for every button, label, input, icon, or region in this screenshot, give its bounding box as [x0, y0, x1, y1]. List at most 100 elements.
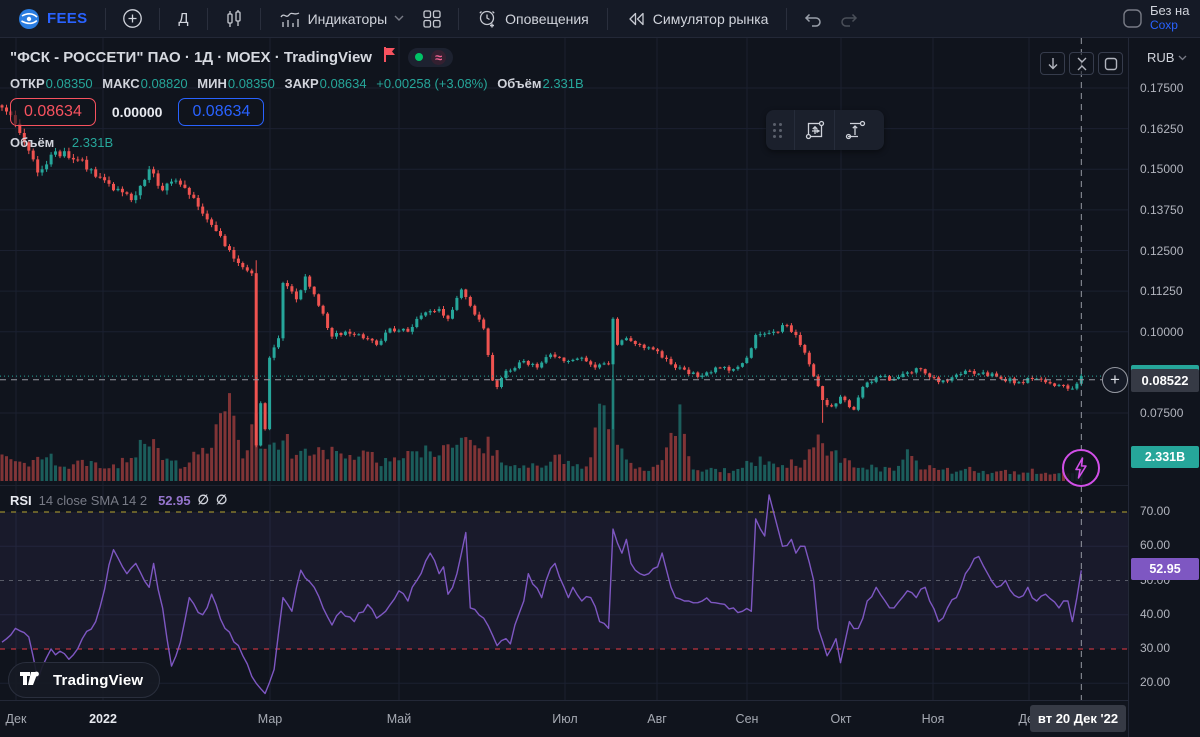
close-label: ЗАКР: [284, 76, 319, 91]
open-value: 0.08350: [45, 76, 93, 91]
volume-axis-badge: 2.331B: [1131, 446, 1199, 468]
time-axis-month-label: Дек: [5, 712, 27, 726]
time-axis-month-label: Авг: [647, 712, 667, 726]
rsi-tick: 20.00: [1140, 675, 1171, 690]
alerts-label: Оповещения: [505, 10, 589, 27]
volume-value: 2.331B: [542, 76, 584, 91]
compare-button[interactable]: [114, 4, 151, 34]
redo-button[interactable]: [831, 4, 867, 34]
interval-button[interactable]: Д: [168, 4, 198, 34]
rsi-params: 14 close SMA 14 2: [38, 492, 148, 508]
volume-indicator-row[interactable]: Объём 2.331B: [10, 135, 590, 150]
redo-icon: [841, 13, 858, 27]
flash-order-button[interactable]: [1062, 449, 1100, 487]
layout-checkbox[interactable]: [1122, 8, 1143, 34]
chart-area: "ФСК - РОССЕТИ" ПАО · 1Д · MOEX · Tradin…: [0, 38, 1200, 737]
volume-label: Объём: [497, 76, 542, 91]
collapse-icon: [1077, 57, 1086, 70]
crosshair-price-badge: 0.08522: [1131, 368, 1199, 392]
layout-save[interactable]: Без на Сохр: [1150, 3, 1200, 33]
rsi-band-fill: [0, 512, 1128, 649]
high-label: МАКС: [102, 76, 140, 91]
toolbar-separator: [606, 7, 608, 30]
buy-button[interactable]: 0.08634: [178, 98, 265, 126]
price-tick: 0.12500: [1140, 243, 1184, 258]
top-toolbar: FEES Д Индикаторы Оповещения Симулятор р…: [0, 0, 1200, 38]
price-pane[interactable]: "ФСК - РОССЕТИ" ПАО · 1Д · MOEX · Tradin…: [0, 38, 1128, 487]
replay-button[interactable]: Симулятор рынка: [616, 4, 779, 34]
watermark-text: TradingView: [53, 671, 144, 689]
chart-legend: "ФСК - РОССЕТИ" ПАО · 1Д · MOEX · Tradin…: [10, 46, 590, 150]
price-tick: 0.13750: [1140, 202, 1184, 217]
price-range-button[interactable]: [834, 110, 874, 150]
rsi-pane[interactable]: RSI 14 close SMA 14 2 52.95 ∅ ∅ TradingV…: [0, 485, 1128, 701]
floating-toolbar[interactable]: [766, 110, 884, 150]
volume-indicator-value: 2.331B: [71, 135, 114, 150]
square-outline-icon: [1123, 9, 1142, 28]
flag-icon[interactable]: [382, 46, 398, 68]
candles-layer: [0, 104, 1083, 448]
layout-templates-button[interactable]: [414, 4, 450, 34]
rsi-tick: 40.00: [1140, 606, 1171, 621]
collapse-pane-button[interactable]: [1069, 52, 1094, 75]
market-status-dot: [414, 53, 423, 61]
time-axis-month-label: Сен: [735, 712, 759, 726]
indicators-icon: [279, 9, 301, 29]
drag-handle-icon[interactable]: [773, 122, 789, 138]
sell-button[interactable]: 0.08634: [10, 98, 96, 126]
approx-toggle[interactable]: ≈: [430, 49, 447, 65]
time-axis-month-label: Окт: [830, 712, 852, 726]
currency-selector[interactable]: RUB: [1129, 50, 1200, 65]
rsi-value: 52.95: [158, 492, 191, 508]
symbol-name: FEES: [47, 10, 88, 27]
scroll-to-recent-button[interactable]: [1040, 52, 1065, 75]
time-axis-month-label: Июл: [552, 712, 578, 726]
rsi-value-badge: 52.95: [1131, 558, 1199, 581]
trade-buttons: 0.08634 0.00000 0.08634: [10, 98, 590, 126]
chevron-down-icon: [1178, 55, 1187, 60]
chart-title[interactable]: "ФСК - РОССЕТИ" ПАО · 1Д · MOEX · Tradin…: [10, 49, 372, 66]
price-tick: 0.07500: [1140, 406, 1184, 420]
time-axis[interactable]: Дек 2022 Мар Май Июл Авг Сен Окт Ноя Дек вт 20 Де…: [0, 700, 1128, 737]
toolbar-separator: [458, 7, 460, 30]
price-tick: 0.15000: [1140, 162, 1184, 177]
toolbar-separator: [206, 7, 208, 30]
indicators-button[interactable]: Индикаторы: [269, 4, 415, 34]
undo-icon: [805, 13, 822, 27]
save-link[interactable]: Сохр: [1150, 18, 1200, 33]
rewind-icon: [626, 10, 646, 28]
change-value: +0.00258 (+3.08%): [376, 76, 488, 91]
replay-label: Симулятор рынка: [652, 10, 769, 27]
undo-button[interactable]: [795, 4, 831, 34]
currency-label: RUB: [1147, 50, 1175, 65]
date-price-range-button[interactable]: [794, 110, 834, 150]
price-axis[interactable]: RUB 0.17500 0.16250 0.15000 0.13750 0.12500 0…: [1102, 38, 1200, 737]
tradingview-app: FEES Д Индикаторы Оповещения Симулятор р…: [0, 0, 1200, 737]
pane-buttons: [1040, 52, 1123, 75]
layout-name: Без на: [1150, 3, 1190, 18]
rsi-chart-svg[interactable]: [0, 486, 1128, 701]
indicators-label: Индикаторы: [307, 10, 388, 27]
circle-plus-icon: [122, 8, 143, 29]
rsi-legend[interactable]: RSI 14 close SMA 14 2 52.95 ∅ ∅: [10, 492, 227, 508]
symbol-logo-icon: [18, 8, 40, 30]
toolbar-separator: [105, 7, 107, 30]
close-value: 0.08634: [319, 76, 367, 91]
toolbar-separator: [259, 7, 261, 30]
symbol-button[interactable]: FEES: [8, 4, 97, 34]
chevron-down-icon: [394, 15, 404, 21]
time-axis-month-label: Ноя: [921, 712, 945, 726]
status-toggle[interactable]: ≈: [407, 47, 454, 67]
arrow-down-icon: [1048, 57, 1057, 69]
open-label: ОТКР: [10, 76, 45, 91]
chart-type-button[interactable]: [216, 4, 252, 34]
time-axis-month-label: 2022: [89, 712, 117, 726]
tradingview-watermark[interactable]: TradingView: [8, 662, 161, 698]
tradingview-logo-icon: [20, 671, 39, 685]
alerts-button[interactable]: Оповещения: [467, 4, 599, 34]
price-tick: 0.17500: [1140, 81, 1184, 95]
maximize-pane-button[interactable]: [1098, 52, 1123, 75]
rsi-tick: 60.00: [1140, 538, 1171, 553]
low-label: МИН: [197, 76, 227, 91]
quick-trade-plus-button[interactable]: +: [1102, 367, 1128, 393]
